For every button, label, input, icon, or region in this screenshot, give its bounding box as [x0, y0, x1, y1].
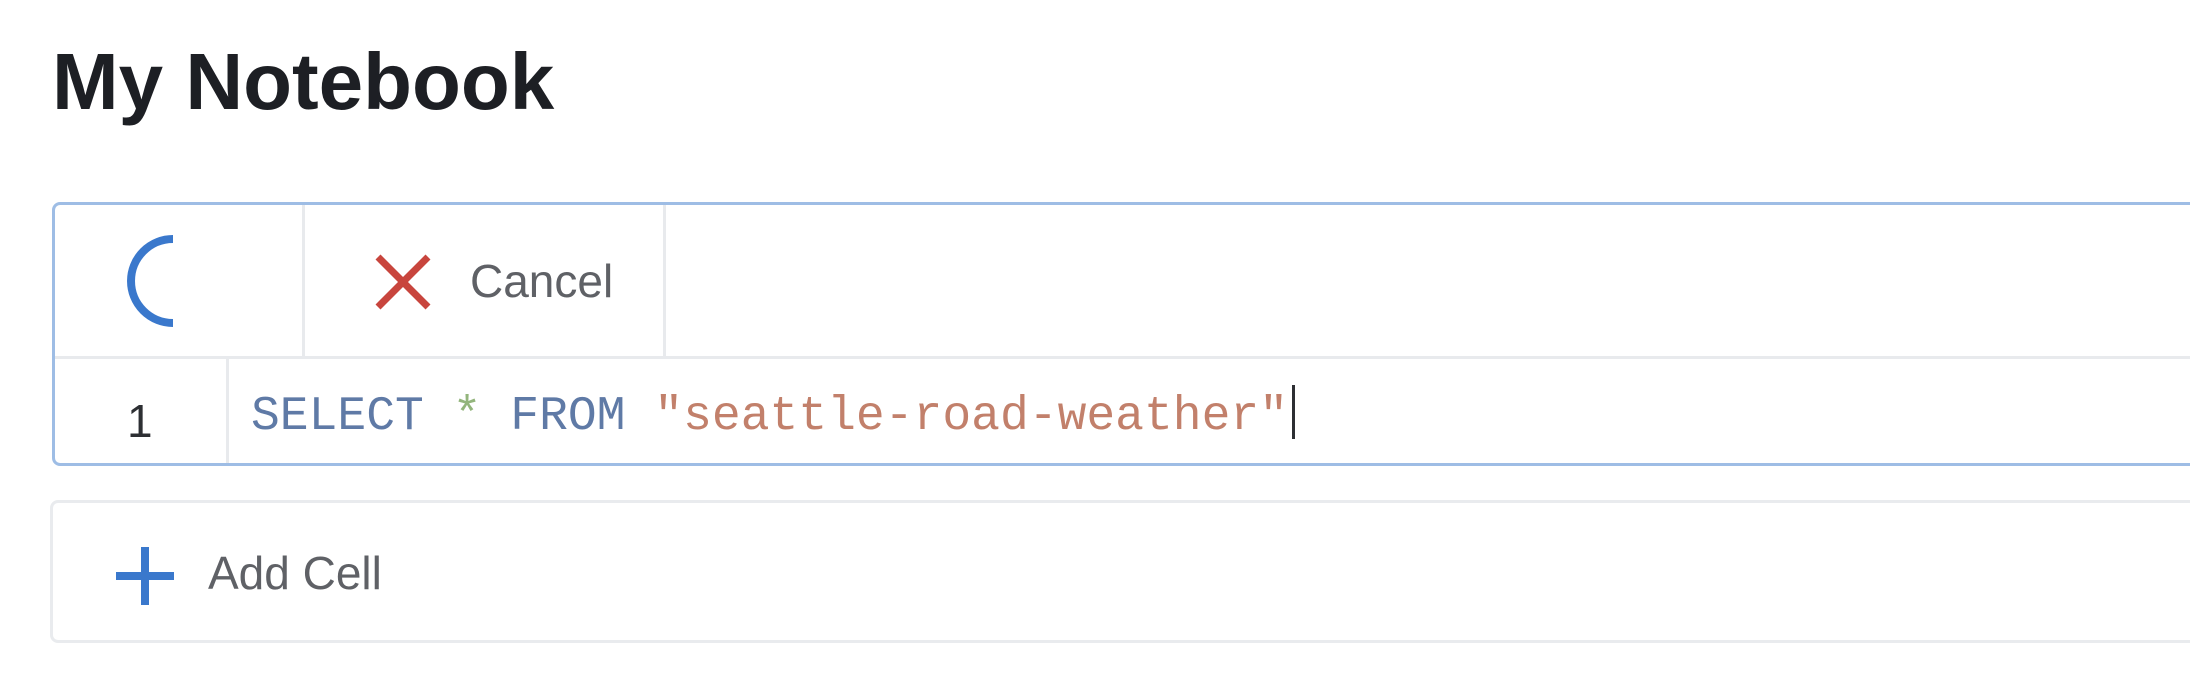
sql-keyword-select: SELECT: [251, 390, 424, 444]
loading-spinner-icon: [127, 235, 174, 327]
add-cell-label: Add Cell: [208, 547, 382, 599]
cell-status: [55, 205, 305, 356]
cancel-label: Cancel: [470, 255, 614, 307]
page-title: My Notebook: [52, 37, 555, 126]
cell-toolbar: Cancel: [55, 205, 2190, 359]
close-icon: [375, 254, 431, 310]
sql-table-string: "seattle-road-weather": [654, 390, 1288, 444]
text-caret: [1292, 385, 1295, 440]
cancel-button[interactable]: Cancel: [305, 205, 666, 356]
sql-operator-star: *: [452, 390, 482, 444]
code-editor[interactable]: 1 SELECT * FROM "seattle-road-weather": [55, 359, 2190, 463]
line-gutter: 1: [55, 359, 229, 463]
line-number: 1: [127, 395, 153, 447]
add-cell-button[interactable]: Add Cell: [50, 500, 2190, 643]
sql-keyword-from: FROM: [510, 390, 626, 444]
plus-icon: [116, 547, 174, 605]
code-line[interactable]: SELECT * FROM "seattle-road-weather": [251, 385, 1295, 447]
notebook-cell: Cancel 1 SELECT * FROM "seattle-road-wea…: [52, 202, 2190, 466]
